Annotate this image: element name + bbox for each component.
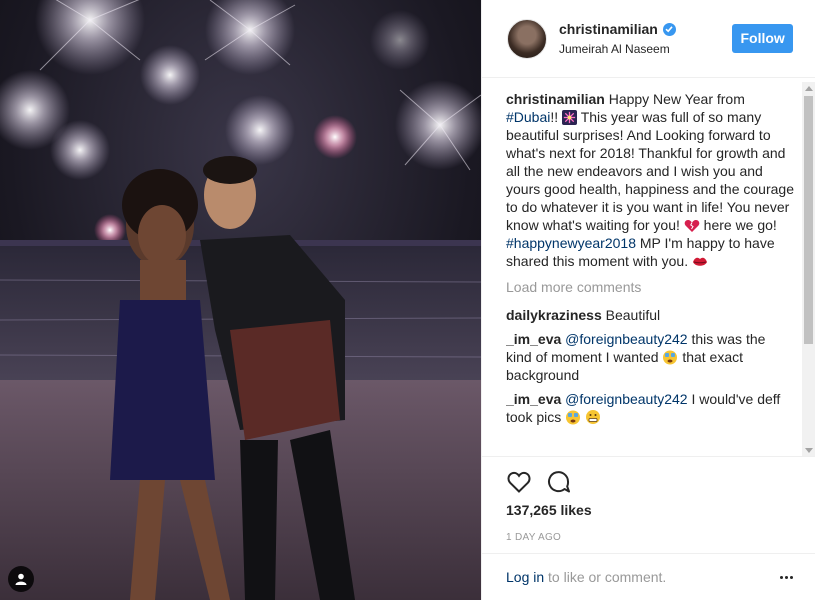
grimace-face-emoji-icon <box>586 410 601 424</box>
comment-username[interactable]: dailykraziness <box>506 307 602 323</box>
comments-scrollbar[interactable] <box>802 82 815 457</box>
scroll-up-arrow-icon[interactable] <box>805 86 813 91</box>
like-button[interactable] <box>506 469 532 495</box>
exploding-head-emoji-icon <box>663 350 678 365</box>
scroll-down-arrow-icon[interactable] <box>805 448 813 453</box>
post-actions: 137,265 likes 1 DAY AGO <box>482 456 815 543</box>
post-footer: Log in to like or comment. <box>482 553 815 600</box>
comment-item: dailykraziness Beautiful <box>506 306 794 324</box>
comment-username[interactable]: _im_eva <box>506 331 561 347</box>
comment-mention-link[interactable]: @foreignbeauty242 <box>565 331 687 347</box>
comment-icon <box>548 471 570 493</box>
post-timestamp[interactable]: 1 DAY AGO <box>506 532 815 543</box>
username-link[interactable]: christinamilian <box>559 21 658 37</box>
photo-image <box>0 0 481 600</box>
post-header: christinamilian Jumeirah Al Naseem Follo… <box>482 0 815 78</box>
verified-badge-icon <box>662 22 676 36</box>
comment-button[interactable] <box>546 469 572 495</box>
login-link[interactable]: Log in <box>506 569 544 585</box>
username-row: christinamilian <box>559 21 732 37</box>
follow-button[interactable]: Follow <box>732 24 793 53</box>
scroll-thumb[interactable] <box>804 96 813 344</box>
header-text: christinamilian Jumeirah Al Naseem <box>559 21 732 56</box>
user-tag-icon <box>15 573 27 585</box>
login-suffix: to like or comment. <box>548 569 667 585</box>
caption: christinamilian Happy New Year from #Dub… <box>506 90 794 270</box>
likes-count[interactable]: 137,265 likes <box>506 502 815 518</box>
caption-text-1: Happy New Year from <box>608 91 745 107</box>
post-photo[interactable] <box>0 0 481 600</box>
fireworks-emoji-icon <box>562 110 578 125</box>
hashtag-dubai-link[interactable]: #Dubai <box>506 109 550 125</box>
user-tag-button[interactable] <box>8 566 34 592</box>
hashtag-newyear-link[interactable]: #happynewyear2018 <box>506 235 636 251</box>
comments-list: christinamilian Happy New Year from #Dub… <box>506 90 794 456</box>
comment-mention-link[interactable]: @foreignbeauty242 <box>565 391 687 407</box>
comment-username[interactable]: _im_eva <box>506 391 561 407</box>
post-side-panel: christinamilian Jumeirah Al Naseem Follo… <box>481 0 815 600</box>
comment-item: _im_eva @foreignbeauty242 I would've def… <box>506 390 794 426</box>
comment-text: Beautiful <box>605 307 661 323</box>
kiss-lips-emoji-icon <box>692 257 707 266</box>
more-options-icon[interactable] <box>780 575 793 579</box>
location-link[interactable]: Jumeirah Al Naseem <box>559 42 732 56</box>
avatar[interactable] <box>507 18 547 59</box>
heart-icon <box>507 471 531 493</box>
comment-item: _im_eva @foreignbeauty242 this was the k… <box>506 330 794 384</box>
action-icons <box>506 457 815 503</box>
caption-text-2: !! <box>550 109 559 125</box>
caption-text-3: This year was full of so many beautiful … <box>506 109 794 233</box>
caption-text-4: here we go! <box>703 217 777 233</box>
caption-username[interactable]: christinamilian <box>506 91 605 107</box>
load-more-comments-button[interactable]: Load more comments <box>506 278 794 296</box>
broken-heart-emoji-icon <box>684 219 700 232</box>
weary-face-emoji-icon <box>566 410 581 425</box>
